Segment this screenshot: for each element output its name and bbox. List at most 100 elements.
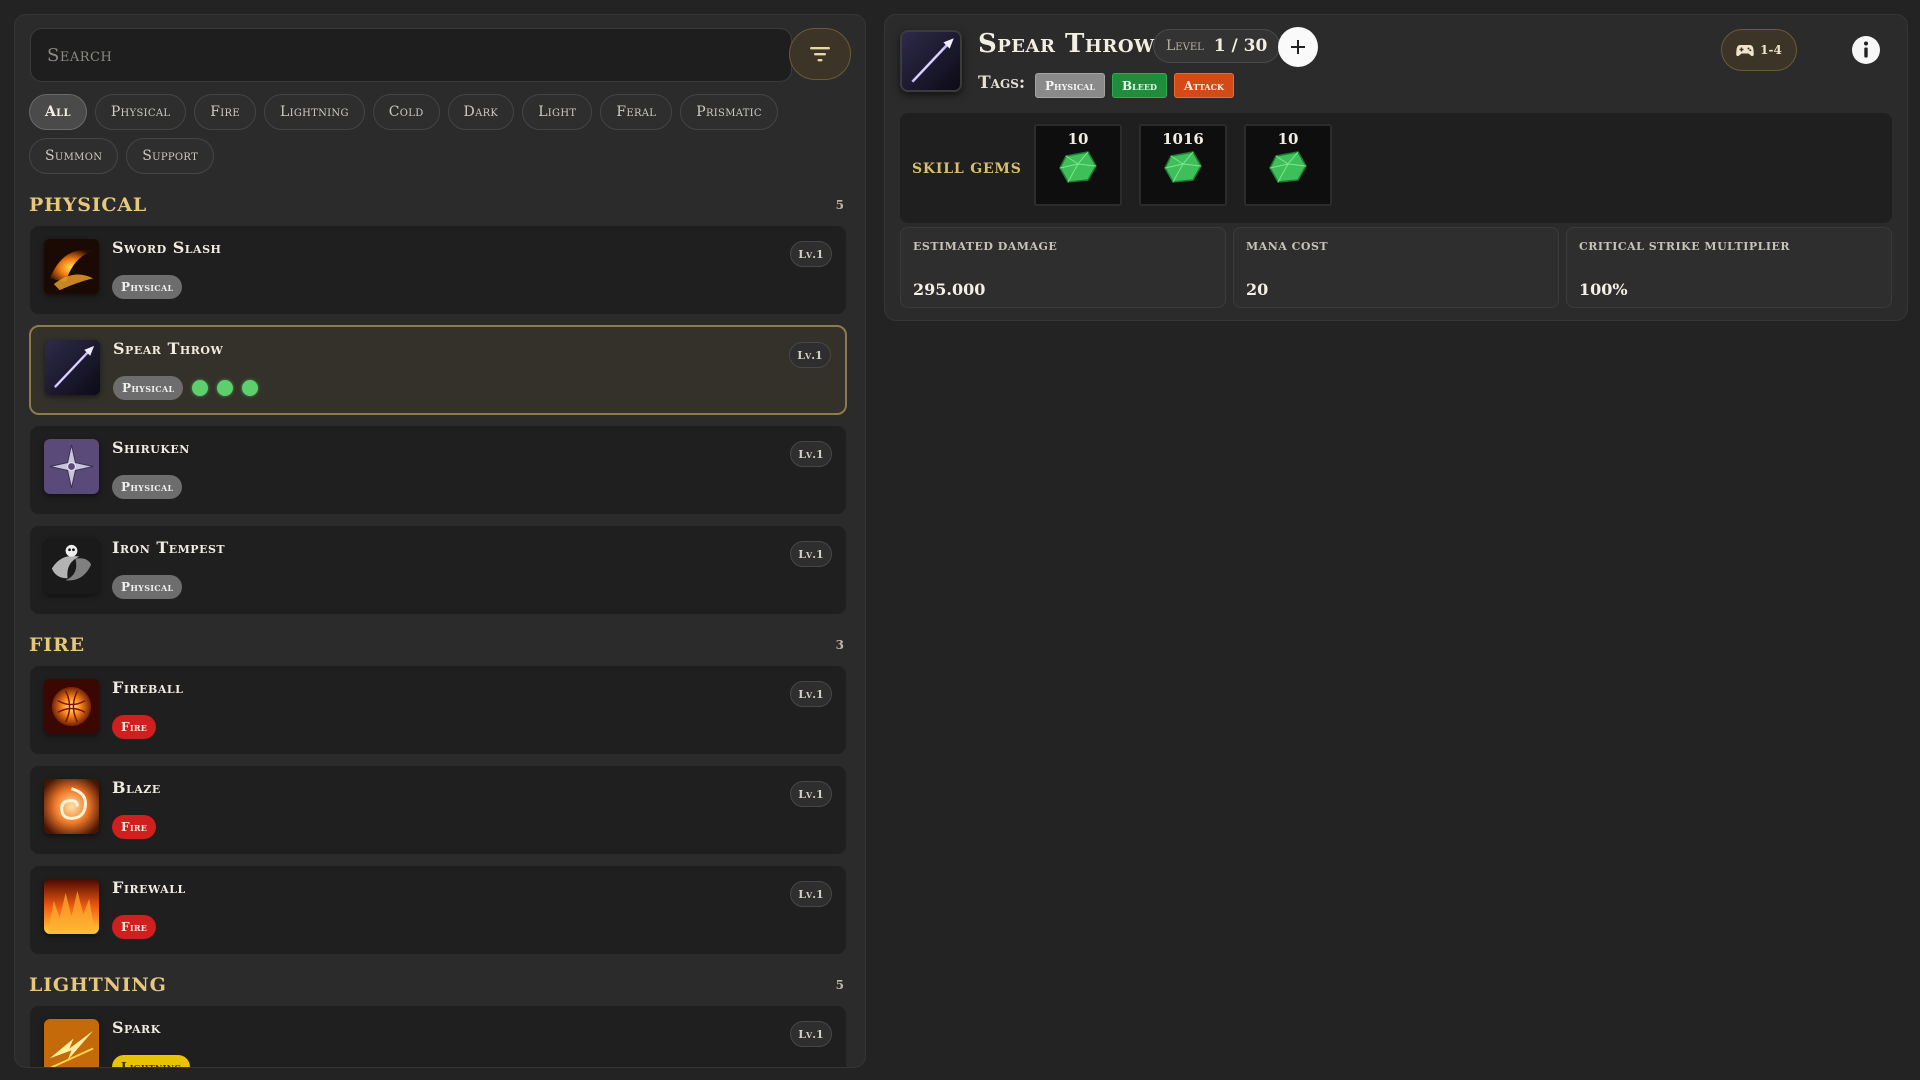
skill-card-fireball[interactable]: Fireball Fire Lv.1 <box>29 665 847 755</box>
level-label: Level <box>1166 38 1204 54</box>
stat-label: MANA COST <box>1246 240 1329 253</box>
level-indicator: Level 1 / 30 <box>1153 29 1281 63</box>
iron-tempest-icon <box>44 539 99 594</box>
skill-browser-panel: All Physical Fire Lightning Cold Dark Li… <box>14 14 866 1068</box>
spear-icon <box>900 30 962 92</box>
group-count: 3 <box>835 638 844 652</box>
skill-card-sword-slash[interactable]: Sword Slash Physical Lv.1 <box>29 225 847 315</box>
tag-lightning: Lightning <box>112 1055 191 1067</box>
gem-slot[interactable]: 1016 <box>1139 124 1227 206</box>
gem-count: 10 <box>1277 130 1299 148</box>
stat-value: 20 <box>1246 280 1269 299</box>
group-title: PHYSICAL <box>29 194 148 216</box>
filter-chip-physical[interactable]: Physical <box>94 94 187 130</box>
sword-slash-icon <box>44 239 99 294</box>
skill-name: Blaze <box>112 778 161 797</box>
green-gem-icon <box>1269 151 1307 183</box>
green-gem-icon <box>1164 151 1202 183</box>
skill-detail-panel: Spear Throw Level 1 / 30 Tags: Physical … <box>884 14 1908 321</box>
level-pill: Lv.1 <box>790 441 832 467</box>
skill-name: Shiruken <box>112 438 190 457</box>
tag-attack: Attack <box>1173 73 1234 98</box>
filter-chip-dark[interactable]: Dark <box>447 94 515 130</box>
group-header-fire: FIRE 3 <box>29 625 862 665</box>
skill-tags: Fire <box>112 915 157 939</box>
filter-chip-summon[interactable]: Summon <box>29 138 119 174</box>
stat-value: 100% <box>1579 280 1628 299</box>
filter-chip-cold[interactable]: Cold <box>372 94 440 130</box>
skill-name: Firewall <box>112 878 186 897</box>
gamepad-icon <box>1736 44 1754 56</box>
stat-value: 295.000 <box>913 280 986 299</box>
filter-chip-prismatic[interactable]: Prismatic <box>680 94 778 130</box>
group-count: 5 <box>835 198 844 212</box>
gem-slot[interactable]: 10 <box>1034 124 1122 206</box>
filter-icon <box>810 47 830 62</box>
skill-tags: Fire <box>112 715 157 739</box>
skill-card-blaze[interactable]: Blaze Fire Lv.1 <box>29 765 847 855</box>
gem-count: 10 <box>1067 130 1089 148</box>
skill-name: Fireball <box>112 678 184 697</box>
tag-physical: Physical <box>113 376 184 400</box>
filter-chip-all[interactable]: All <box>29 94 87 130</box>
green-gem-icon <box>1059 151 1097 183</box>
filter-chip-feral[interactable]: Feral <box>600 94 673 130</box>
level-pill: Lv.1 <box>790 681 832 707</box>
level-pill: Lv.1 <box>790 1021 832 1047</box>
skill-name: Sword Slash <box>112 238 222 257</box>
stat-label: ESTIMATED DAMAGE <box>913 240 1058 253</box>
skill-card-spear-throw[interactable]: Spear Throw Physical Lv.1 <box>29 325 847 415</box>
skill-tags: Physical <box>113 376 259 400</box>
skill-card-firewall[interactable]: Firewall Fire Lv.1 <box>29 865 847 955</box>
skill-list[interactable]: PHYSICAL 5 Sword Slash Physical Lv.1 Spe… <box>29 185 862 1067</box>
detail-title: Spear Throw <box>978 29 1155 59</box>
level-pill: Lv.1 <box>790 781 832 807</box>
skill-tags: Fire <box>112 815 157 839</box>
search-input[interactable] <box>30 28 792 82</box>
tag-physical: Physical <box>112 575 183 599</box>
stat-critical-strike-multiplier: CRITICAL STRIKE MULTIPLIER 100% <box>1566 227 1892 308</box>
skill-tags: Physical <box>112 475 183 499</box>
player-count-badge[interactable]: 1-4 <box>1721 29 1797 71</box>
skill-card-shiruken[interactable]: Shiruken Physical Lv.1 <box>29 425 847 515</box>
filter-button[interactable] <box>789 28 851 80</box>
stat-label: CRITICAL STRIKE MULTIPLIER <box>1579 240 1791 253</box>
tag-fire: Fire <box>112 915 157 939</box>
skill-tags: Physical <box>112 575 183 599</box>
fireball-icon <box>44 679 99 734</box>
stat-estimated-damage: ESTIMATED DAMAGE 295.000 <box>900 227 1226 308</box>
info-button[interactable] <box>1851 35 1881 65</box>
skill-tags: Lightning <box>112 1055 191 1067</box>
gem-slot[interactable]: 10 <box>1244 124 1332 206</box>
detail-tags: Physical Bleed Attack <box>1035 73 1234 98</box>
tag-physical: Physical <box>112 275 183 299</box>
stat-mana-cost: MANA COST 20 <box>1233 227 1559 308</box>
tags-label: Tags: <box>978 73 1026 93</box>
shuriken-icon <box>44 439 99 494</box>
skill-name: Spear Throw <box>113 339 224 358</box>
skill-gems-label: SKILL GEMS <box>912 161 1022 177</box>
skill-card-spark[interactable]: Spark Lightning Lv.1 <box>29 1005 847 1067</box>
tag-fire: Fire <box>112 815 157 839</box>
group-title: LIGHTNING <box>29 974 167 996</box>
skill-name: Iron Tempest <box>112 538 226 557</box>
socketed-gem-indicator <box>217 380 234 396</box>
tag-fire: Fire <box>112 715 157 739</box>
socketed-gem-indicator <box>242 380 259 396</box>
skill-name: Spark <box>112 1018 161 1037</box>
firewall-icon <box>44 879 99 934</box>
skill-gems-panel: SKILL GEMS 10 1016 10 <box>900 113 1892 223</box>
group-count: 5 <box>835 978 844 992</box>
filter-chip-support[interactable]: Support <box>126 138 215 174</box>
filter-chip-light[interactable]: Light <box>522 94 593 130</box>
skill-card-iron-tempest[interactable]: Iron Tempest Physical Lv.1 <box>29 525 847 615</box>
level-pill: Lv.1 <box>789 342 831 368</box>
filter-chip-fire[interactable]: Fire <box>194 94 256 130</box>
filter-chip-lightning[interactable]: Lightning <box>264 94 365 130</box>
skill-tags: Physical <box>112 275 183 299</box>
gem-count: 1016 <box>1162 130 1204 148</box>
group-header-lightning: LIGHTNING 5 <box>29 965 862 1005</box>
level-up-button[interactable] <box>1278 27 1318 67</box>
info-icon <box>1852 36 1880 64</box>
tag-physical: Physical <box>112 475 183 499</box>
